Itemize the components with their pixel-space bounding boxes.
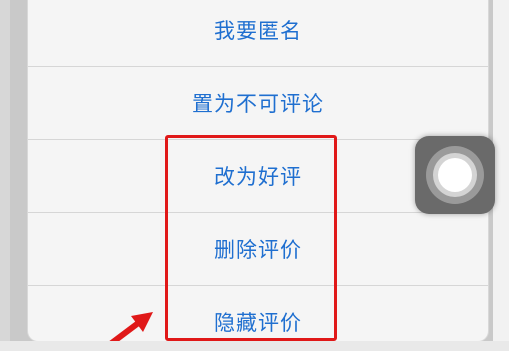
disable-comments-option-label: 置为不可评论 <box>192 91 324 116</box>
delete-review-option-label: 删除评价 <box>214 237 302 262</box>
anonymous-option-label: 我要匿名 <box>214 18 302 43</box>
screen-edge-left <box>0 0 10 351</box>
anonymous-option[interactable]: 我要匿名 <box>28 0 488 67</box>
bottom-edge <box>0 341 509 351</box>
hide-review-option-label: 隐藏评价 <box>214 310 302 335</box>
assistive-touch-icon[interactable] <box>415 136 495 214</box>
disable-comments-option[interactable]: 置为不可评论 <box>28 66 488 140</box>
screen-edge-right <box>493 0 509 351</box>
change-to-positive-option-label: 改为好评 <box>214 164 302 189</box>
delete-review-option[interactable]: 删除评价 <box>28 212 488 286</box>
